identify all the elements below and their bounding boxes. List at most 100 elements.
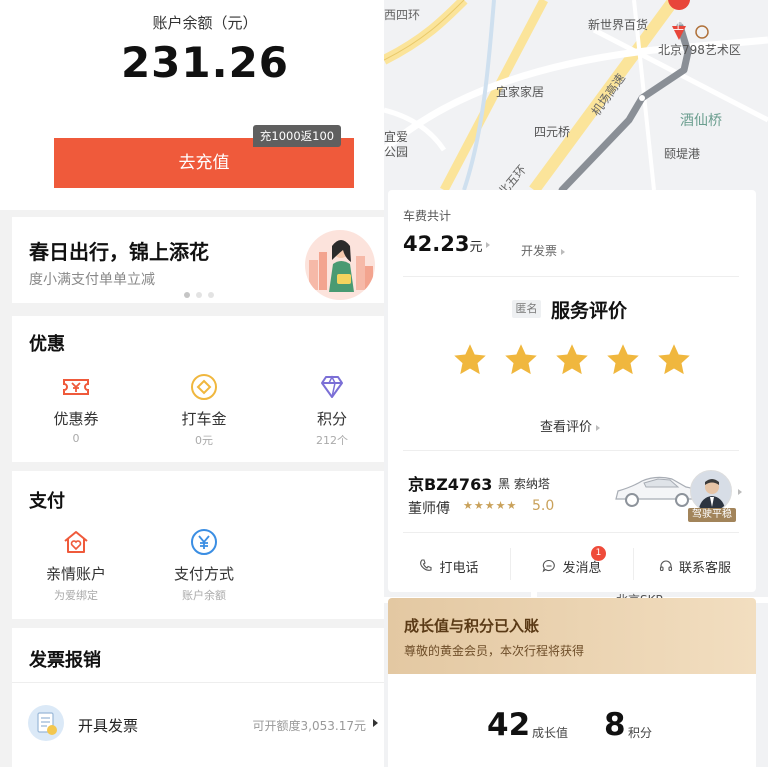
driver-name: 董师傅: [408, 501, 450, 517]
chevron-right-icon: [373, 719, 378, 727]
map-label-jiuxianqiao: 酒仙桥: [680, 113, 722, 129]
view-rating-link[interactable]: 查看评价: [540, 416, 601, 435]
car-description: 黑 索纳塔: [498, 477, 550, 491]
points-entry[interactable]: 积分 212个: [272, 372, 384, 448]
invoice-document-icon: [28, 705, 64, 741]
star-icon[interactable]: [503, 342, 539, 378]
yen-icon: [189, 527, 219, 557]
divider: [403, 450, 739, 451]
growth-reward-values: 42 成长值 8 积分: [388, 674, 756, 767]
ride-credit-amount: 0元: [195, 434, 213, 447]
growth-reward-card: 成长值与积分已入账 尊敬的黄金会员，本次行程将获得: [388, 598, 756, 674]
balance-card: 账户余额（元） 231.26 去充值 充1000返100: [0, 0, 384, 210]
balance-label: 账户余额（元）: [152, 14, 258, 32]
fare-amount: 42.23: [403, 232, 470, 256]
divider: [403, 276, 739, 277]
payment-section: 支付 亲情账户 为爱绑定 支付方式 账户余额: [12, 471, 384, 619]
map-label-park: 公园: [384, 145, 409, 159]
points-label: 积分: [316, 410, 347, 428]
map-label-siyuanqiao: 四元桥: [534, 125, 571, 139]
promo-tag: 充1000返100: [253, 125, 341, 147]
chevron-right-icon: [738, 489, 742, 495]
star-icon[interactable]: [656, 342, 692, 378]
coin-icon: [189, 372, 219, 402]
star-icon[interactable]: [605, 342, 641, 378]
carousel-dot[interactable]: [184, 292, 190, 298]
banner-title: 春日出行，锦上添花: [29, 240, 209, 264]
coupon-label: 优惠券: [53, 410, 99, 428]
banner-illustration: [305, 230, 375, 300]
discounts-section: 优惠 优惠券 0 打车金 0元 积分 212个: [12, 316, 384, 462]
family-house-icon: [61, 527, 91, 557]
issue-invoice-row[interactable]: 开具发票 可开额度3,053.17元: [12, 682, 384, 767]
chevron-right-icon: [561, 248, 566, 255]
message-driver-button[interactable]: 发消息 1: [511, 542, 633, 590]
message-icon: [542, 559, 556, 573]
growth-unit: 成长值: [532, 726, 569, 740]
anonymous-tag[interactable]: 匿名: [512, 300, 541, 318]
car-icon: [615, 476, 699, 507]
promo-banner[interactable]: 春日出行，锦上添花 度小满支付单单立减: [12, 217, 384, 303]
carousel-dots: [184, 292, 214, 298]
coupon-entry[interactable]: 优惠券 0: [16, 372, 136, 445]
call-driver-button[interactable]: 打电话: [388, 542, 510, 590]
driver-stars: ★★★★★: [463, 499, 518, 512]
trip-panel: 西四环 新世界百货 北京798艺术区 宜家家居 机场高速 酒仙桥 四元桥 颐堤港…: [384, 0, 768, 767]
coupon-count: 0: [72, 432, 80, 445]
contact-support-label: 联系客服: [678, 560, 731, 576]
rating-stars: [452, 342, 698, 382]
diamond-icon: [317, 372, 347, 402]
ticket-icon: [61, 372, 91, 402]
family-account-sub: 为爱绑定: [54, 589, 98, 602]
map-label-798: 北京798艺术区: [658, 43, 741, 57]
service-rating-title: 服务评价: [551, 300, 628, 322]
map-label-west-4th-ring: 西四环: [384, 8, 421, 22]
contact-support-button[interactable]: 联系客服: [634, 542, 756, 590]
discounts-title: 优惠: [29, 334, 65, 355]
trip-detail-card: 车费共计 42.23元 开发票 匿名 服务评价 查看评价 京BZ4763 黑 索…: [388, 190, 756, 592]
family-account-entry[interactable]: 亲情账户 为爱绑定: [16, 527, 136, 603]
points-count: 212个: [316, 434, 348, 447]
driver-avatar[interactable]: [690, 470, 732, 512]
chevron-right-icon: [596, 424, 601, 431]
fare-label: 车费共计: [403, 209, 452, 223]
driver-badge: 驾驶平稳: [688, 508, 736, 522]
star-icon[interactable]: [554, 342, 590, 378]
unread-badge: 1: [591, 546, 606, 561]
divider: [403, 532, 739, 533]
family-account-label: 亲情账户: [45, 565, 106, 583]
payment-method-sub: 账户余额: [182, 589, 226, 602]
star-icon[interactable]: [452, 342, 488, 378]
balance-value: 231.26: [120, 38, 290, 87]
wallet-panel: 账户余额（元） 231.26 去充值 充1000返100 春日出行，锦上添花 度…: [0, 0, 384, 767]
fare-total[interactable]: 42.23元: [403, 232, 491, 256]
invoice-title: 发票报销: [29, 650, 101, 671]
ride-credit-label: 打车金: [181, 410, 227, 428]
headset-icon: [659, 560, 673, 572]
call-driver-label: 打电话: [439, 560, 479, 576]
issue-invoice-link[interactable]: 开发票: [521, 242, 566, 259]
ride-credit-entry[interactable]: 打车金 0元: [144, 372, 264, 448]
view-rating-label: 查看评价: [540, 420, 593, 435]
map-label-indigo: 颐堤港: [664, 147, 701, 161]
driver-score: 5.0: [532, 498, 555, 514]
map-label-new-world: 新世界百货: [588, 18, 649, 32]
payment-title: 支付: [29, 491, 65, 512]
chevron-right-icon: [486, 242, 491, 248]
fare-unit: 元: [469, 240, 483, 255]
growth-title: 成长值与积分已入账: [404, 617, 540, 635]
license-plate: 京BZ4763: [408, 475, 493, 494]
payment-method-entry[interactable]: 支付方式 账户余额: [144, 527, 264, 603]
points-unit: 积分: [628, 726, 653, 740]
banner-subtitle: 度小满支付单单立减: [29, 272, 155, 288]
points-value: 8: [604, 707, 626, 743]
pickup-marker[interactable]: 上: [673, 17, 684, 33]
issue-invoice-label: 开具发票: [78, 717, 139, 735]
payment-method-label: 支付方式: [173, 565, 234, 583]
carousel-dot[interactable]: [196, 292, 202, 298]
growth-subtitle: 尊敬的黄金会员，本次行程将获得: [404, 644, 585, 658]
map-label-ikea: 宜家家居: [496, 85, 545, 99]
carousel-dot[interactable]: [208, 292, 214, 298]
growth-value: 42: [487, 707, 531, 743]
screen: 账户余额（元） 231.26 去充值 充1000返100 春日出行，锦上添花 度…: [0, 0, 768, 767]
